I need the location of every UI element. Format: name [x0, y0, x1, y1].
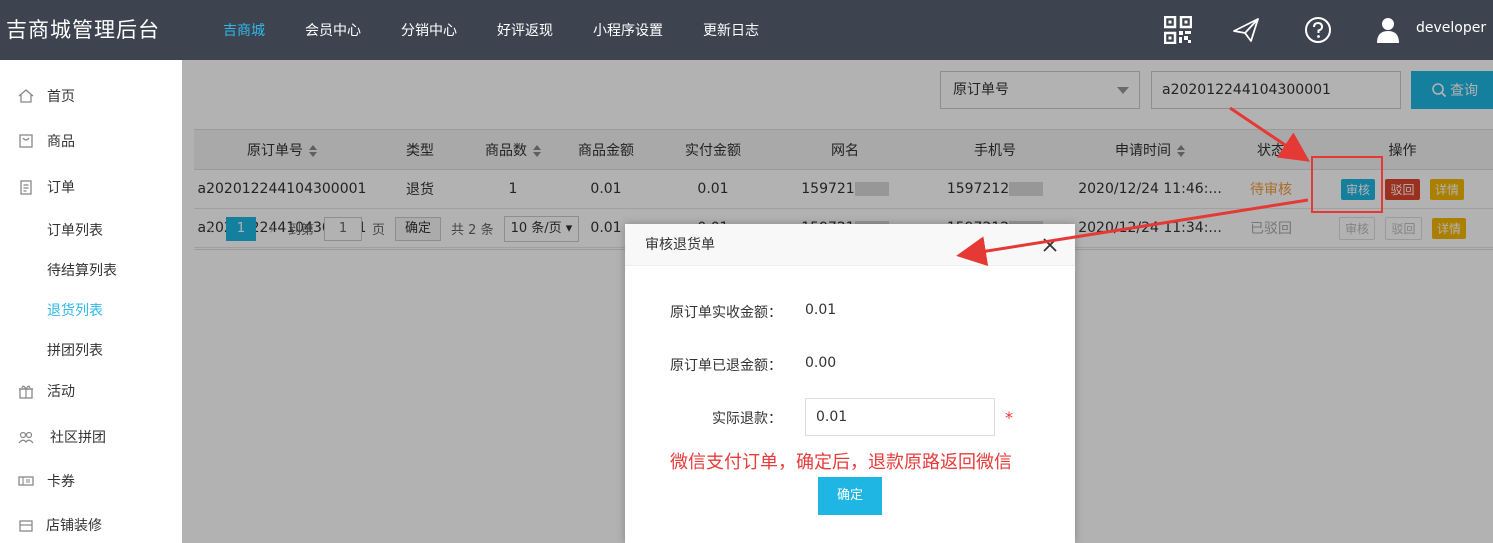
sidebar-item-activity[interactable]: 活动: [0, 376, 182, 406]
home-icon: [18, 89, 34, 103]
sidebar-item-goods[interactable]: 商品: [0, 126, 182, 156]
nav-member-center[interactable]: 会员中心: [285, 20, 381, 40]
nav-miniprogram-settings[interactable]: 小程序设置: [573, 20, 683, 40]
order-icon: [20, 180, 32, 195]
username[interactable]: developer: [1416, 20, 1486, 36]
sidebar-item-order[interactable]: 订单: [0, 172, 182, 202]
annotation-highlight-box: [1311, 156, 1383, 213]
nav-review-cashback[interactable]: 好评返现: [477, 20, 573, 40]
coupon-icon: [18, 476, 34, 486]
sidebar-item-community-group[interactable]: 社区拼团: [0, 422, 182, 452]
sidebar-item-label: 社区拼团: [50, 430, 106, 446]
group-icon: [18, 431, 34, 444]
sidebar-item-coupon[interactable]: 卡券: [0, 466, 182, 496]
refunded-amount-label: 原订单已退金额：: [670, 358, 782, 374]
sidebar-item-home[interactable]: 首页: [0, 81, 182, 111]
help-icon[interactable]: [1304, 16, 1332, 44]
dialog-title: 审核退货单: [625, 224, 1075, 266]
nav-jishangcheng[interactable]: 吉商城: [203, 20, 285, 40]
shop-icon: [19, 520, 33, 532]
sidebar-item-label: 首页: [47, 89, 75, 105]
required-mark: *: [1005, 408, 1013, 427]
close-icon[interactable]: [1041, 236, 1059, 254]
refunded-amount-value: 0.00: [805, 355, 837, 371]
nav-changelog[interactable]: 更新日志: [683, 20, 779, 40]
sidebar-item-label: 店铺装修: [46, 518, 102, 534]
sidebar-subitem-group-list[interactable]: 拼团列表: [47, 340, 103, 360]
top-header: 吉商城管理后台 吉商城 会员中心 分销中心 好评返现 小程序设置 更新日志 de…: [0, 0, 1493, 60]
sidebar-item-label: 商品: [47, 134, 75, 150]
sidebar-subitem-return-list[interactable]: 退货列表: [47, 300, 103, 320]
gift-icon: [19, 385, 33, 399]
paid-amount-value: 0.01: [805, 302, 837, 318]
actual-refund-label: 实际退款：: [712, 411, 782, 427]
brand-title: 吉商城管理后台: [6, 18, 160, 42]
sidebar-item-label: 订单: [47, 180, 75, 196]
nav-distribution-center[interactable]: 分销中心: [381, 20, 477, 40]
send-icon[interactable]: [1232, 16, 1260, 44]
sidebar-subitem-order-list[interactable]: 订单列表: [47, 220, 103, 240]
top-nav: 吉商城 会员中心 分销中心 好评返现 小程序设置 更新日志: [203, 0, 779, 60]
sidebar-subitem-pending-settlement[interactable]: 待结算列表: [47, 260, 117, 280]
confirm-button[interactable]: 确定: [818, 477, 882, 515]
audit-return-dialog: 审核退货单 原订单实收金额： 0.01 原订单已退金额： 0.00 实际退款： …: [625, 224, 1075, 543]
sidebar: 首页 商品 订单 订单列表 待结算列表 退货列表 拼团列表 活动 社区拼团 卡券…: [0, 60, 182, 543]
annotation-note: 微信支付订单，确定后，退款原路返回微信: [670, 452, 1012, 473]
qrcode-icon[interactable]: [1164, 16, 1192, 44]
goods-icon: [19, 134, 33, 148]
user-icon[interactable]: [1374, 16, 1402, 44]
sidebar-item-shop-decor[interactable]: 店铺装修: [0, 510, 182, 540]
paid-amount-label: 原订单实收金额：: [670, 305, 782, 321]
sidebar-item-label: 卡券: [47, 474, 75, 490]
sidebar-item-label: 活动: [47, 384, 75, 400]
actual-refund-input[interactable]: 0.01: [805, 398, 995, 436]
